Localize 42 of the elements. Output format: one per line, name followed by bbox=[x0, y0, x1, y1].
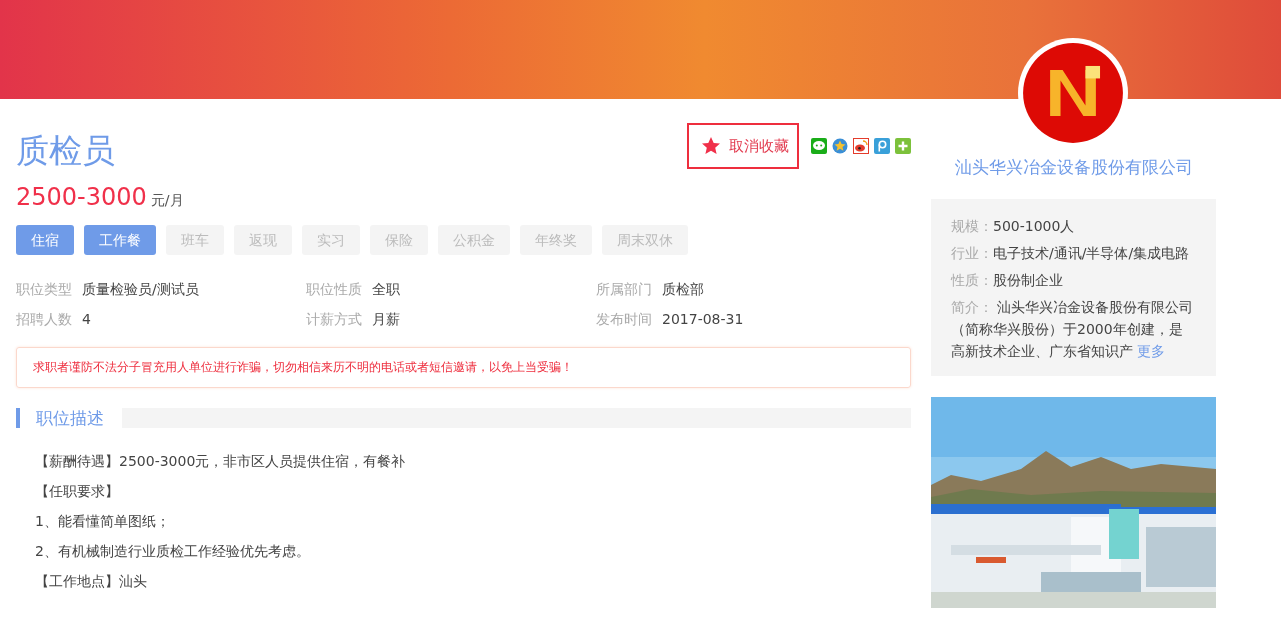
detail-label: 所属部门 bbox=[596, 281, 652, 297]
benefit-tag: 工作餐 bbox=[84, 225, 156, 255]
detail-label: 发布时间 bbox=[596, 311, 652, 327]
more-link[interactable]: 更多 bbox=[1137, 343, 1166, 359]
detail-label: 计薪方式 bbox=[306, 311, 362, 327]
unfavorite-button[interactable]: 取消收藏 bbox=[687, 123, 799, 169]
detail-value: 质检部 bbox=[662, 281, 704, 297]
description-line: 1、能看懂简单图纸； bbox=[35, 512, 171, 531]
info-value: 电子技术/通讯/半导体/集成电路 bbox=[993, 245, 1190, 261]
benefit-tag: 住宿 bbox=[16, 225, 74, 255]
description-line: 【工作地点】汕头 bbox=[35, 572, 148, 591]
detail-value: 全职 bbox=[372, 281, 400, 297]
info-label: 性质： bbox=[951, 272, 993, 288]
detail-label: 招聘人数 bbox=[16, 311, 72, 327]
info-label: 规模： bbox=[951, 218, 993, 234]
detail-label: 职位类型 bbox=[16, 281, 72, 297]
detail-value: 2017-08-31 bbox=[662, 311, 744, 327]
description-line: 【任职要求】 bbox=[35, 482, 120, 501]
description-line: 2、有机械制造行业质检工作经验优先考虑。 bbox=[35, 542, 311, 561]
company-name[interactable]: 汕头华兴冶金设备股份有限公司 bbox=[954, 156, 1193, 179]
benefit-tag: 年终奖 bbox=[520, 225, 592, 255]
detail-value: 4 bbox=[82, 311, 91, 327]
weibo-eye-icon[interactable] bbox=[853, 138, 869, 154]
plus-icon[interactable] bbox=[895, 138, 911, 154]
section-title: 职位描述 bbox=[35, 406, 104, 430]
star-icon bbox=[701, 136, 721, 156]
info-value: 500-1000人 bbox=[993, 218, 1075, 234]
detail-label: 职位性质 bbox=[306, 281, 362, 297]
detail-value: 质量检验员/测试员 bbox=[82, 281, 199, 297]
p-logo-icon[interactable] bbox=[874, 138, 890, 154]
info-label: 行业： bbox=[951, 245, 993, 261]
benefit-tag: 保险 bbox=[370, 225, 428, 255]
chat-icon[interactable] bbox=[811, 138, 827, 154]
star-badge-icon[interactable] bbox=[832, 138, 848, 154]
fraud-warning: 求职者谨防不法分子冒充用人单位进行诈骗，切勿相信来历不明的电话或者短信邀请，以免上当受骗！ bbox=[16, 347, 911, 388]
detail-value: 月薪 bbox=[372, 311, 400, 327]
description-line: 【薪酬待遇】2500-3000元，非市区人员提供住宿，有餐补 bbox=[35, 452, 407, 471]
job-title: 质检员 bbox=[16, 131, 115, 171]
salary-range: 2500-3000 bbox=[16, 183, 147, 211]
salary-unit: 元/月 bbox=[150, 192, 184, 210]
info-value: 股份制企业 bbox=[993, 272, 1063, 288]
company-intro: 简介： 汕头华兴冶金设备股份有限公司（简称华兴股份）于2000年创建，是高新技术企业、广东省知识产 更多 bbox=[951, 298, 1195, 361]
